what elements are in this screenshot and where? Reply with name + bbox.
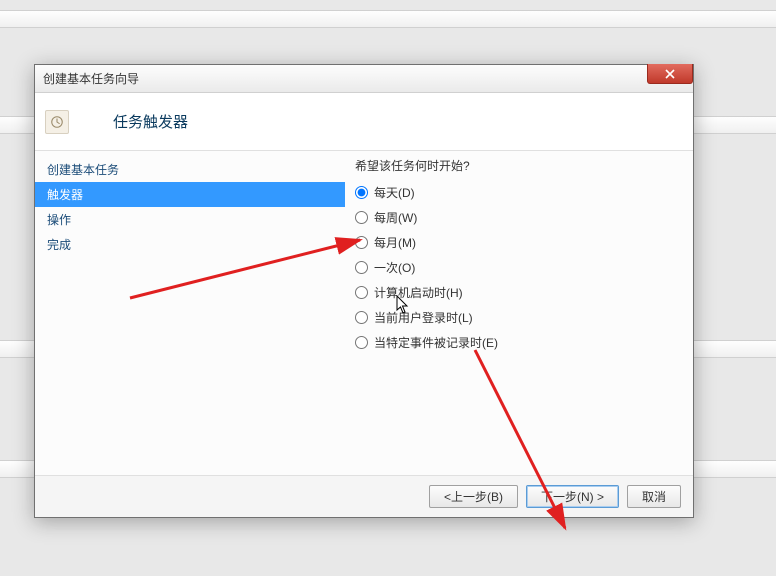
sidebar-item-label: 完成 [47, 238, 71, 252]
next-button-label: 下一步(N) > [541, 488, 604, 505]
option-label: 每周(W) [374, 209, 417, 226]
option-once[interactable]: 一次(O) [355, 259, 683, 276]
sidebar-item-finish[interactable]: 完成 [35, 232, 345, 257]
radio-logon[interactable] [355, 311, 368, 324]
next-button[interactable]: 下一步(N) > [526, 485, 619, 508]
option-event[interactable]: 当特定事件被记录时(E) [355, 334, 683, 351]
radio-monthly[interactable] [355, 236, 368, 249]
option-logon[interactable]: 当前用户登录时(L) [355, 309, 683, 326]
option-daily[interactable]: 每天(D) [355, 184, 683, 201]
radio-once[interactable] [355, 261, 368, 274]
option-label: 每天(D) [374, 184, 415, 201]
wizard-dialog: 创建基本任务向导 任务触发器 创建基本任务 触发器 操作 完成 希望该任务何时开… [34, 64, 694, 518]
sidebar-item-create[interactable]: 创建基本任务 [35, 157, 345, 182]
radio-startup[interactable] [355, 286, 368, 299]
cancel-button-label: 取消 [642, 488, 666, 505]
header-title: 任务触发器 [113, 111, 188, 132]
titlebar[interactable]: 创建基本任务向导 [35, 65, 693, 93]
option-weekly[interactable]: 每周(W) [355, 209, 683, 226]
option-label: 计算机启动时(H) [374, 284, 463, 301]
option-label: 每月(M) [374, 234, 416, 251]
radio-weekly[interactable] [355, 211, 368, 224]
content-prompt: 希望该任务何时开始? [355, 157, 683, 174]
sidebar-item-label: 触发器 [47, 188, 83, 202]
back-button[interactable]: <上一步(B) [429, 485, 518, 508]
option-startup[interactable]: 计算机启动时(H) [355, 284, 683, 301]
wizard-icon [45, 110, 69, 134]
option-label: 一次(O) [374, 259, 415, 276]
option-label: 当特定事件被记录时(E) [374, 334, 498, 351]
sidebar-item-label: 操作 [47, 213, 71, 227]
option-monthly[interactable]: 每月(M) [355, 234, 683, 251]
sidebar-item-trigger[interactable]: 触发器 [35, 182, 345, 207]
close-button[interactable] [647, 64, 693, 84]
footer: <上一步(B) 下一步(N) > 取消 [35, 475, 693, 517]
cancel-button[interactable]: 取消 [627, 485, 681, 508]
header-section: 任务触发器 [35, 93, 693, 151]
sidebar-item-action[interactable]: 操作 [35, 207, 345, 232]
content-panel: 希望该任务何时开始? 每天(D) 每周(W) 每月(M) 一次(O) 计算机启动… [345, 151, 693, 475]
option-label: 当前用户登录时(L) [374, 309, 473, 326]
radio-daily[interactable] [355, 186, 368, 199]
radio-event[interactable] [355, 336, 368, 349]
sidebar-item-label: 创建基本任务 [47, 163, 119, 177]
close-icon [665, 69, 675, 79]
body-section: 创建基本任务 触发器 操作 完成 希望该任务何时开始? 每天(D) 每周(W) … [35, 151, 693, 475]
sidebar: 创建基本任务 触发器 操作 完成 [35, 151, 345, 475]
titlebar-text: 创建基本任务向导 [43, 70, 139, 87]
back-button-label: <上一步(B) [444, 488, 503, 505]
